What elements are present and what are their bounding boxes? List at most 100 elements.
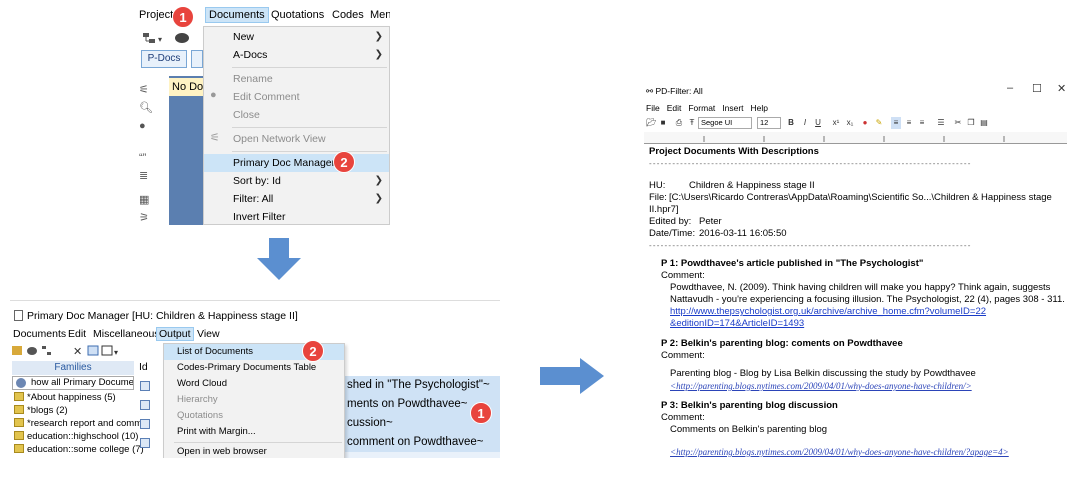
- font-name-select[interactable]: Segoe UI: [698, 117, 752, 129]
- doc-p1-link-cont[interactable]: &editionID=174&ArticleID=1493: [649, 318, 1067, 330]
- hierarchy-icon[interactable]: ⚞: [139, 212, 153, 224]
- window-icon[interactable]: [101, 345, 113, 356]
- menu-item-rename[interactable]: Rename: [204, 70, 389, 88]
- pdocs-extra-button[interactable]: [191, 50, 203, 68]
- grid-icon[interactable]: ▦: [139, 194, 153, 206]
- save-icon[interactable]: ■: [658, 117, 668, 129]
- family-label: *blogs (2): [27, 405, 68, 416]
- family-item[interactable]: education::highschool (10): [14, 431, 138, 442]
- doc-p1-link[interactable]: http://www.thepsychologist.org.uk/archiv…: [649, 306, 1067, 318]
- open-icon[interactable]: 📂︎: [646, 117, 656, 129]
- pdocs-button[interactable]: P-Docs: [141, 50, 187, 68]
- menu-item-filter[interactable]: Filter: All ❯: [204, 190, 389, 208]
- paste-icon[interactable]: ▤: [979, 117, 989, 129]
- menu-quotations[interactable]: Quotations: [271, 9, 324, 21]
- tree-icon[interactable]: ⚟: [139, 84, 153, 96]
- date-value: 2016-03-11 16:05:50: [699, 228, 787, 239]
- menu-item-open-network-view[interactable]: Open Network View: [204, 130, 389, 148]
- table-row[interactable]: comment on Powdthavee~: [345, 433, 500, 452]
- menu-item-codes-pd-table[interactable]: Codes-Primary Documents Table: [164, 360, 344, 376]
- menu-codes[interactable]: Codes: [332, 9, 364, 21]
- network-icon[interactable]: [143, 33, 155, 43]
- date-row: Date/Time: 2016-03-11 16:05:50: [649, 228, 1067, 240]
- align-left-icon[interactable]: ≡: [891, 117, 901, 129]
- menu-edit[interactable]: Edit: [68, 328, 86, 340]
- pdm-toolbar: ✕ ▾: [10, 343, 150, 359]
- close-icon[interactable]: ✕: [1057, 82, 1066, 95]
- align-center-icon[interactable]: ≡: [904, 117, 914, 129]
- layout-icon[interactable]: [87, 345, 99, 356]
- menu-output[interactable]: Output: [156, 327, 194, 341]
- folder-icon[interactable]: [12, 346, 22, 355]
- cut-icon[interactable]: ✂: [953, 117, 963, 129]
- menu-item-label: A-Docs: [233, 49, 268, 61]
- bullets-icon[interactable]: ☰: [936, 117, 946, 129]
- menu-item-edit-comment[interactable]: Edit Comment: [204, 88, 389, 106]
- bold-icon[interactable]: B: [786, 117, 796, 129]
- menu-item-open-in-web-browser[interactable]: Open in web browser: [164, 444, 344, 458]
- left-tool-strip: ⚟ 🔍︎ ● “” ≣ ▦ ⚞: [135, 76, 157, 225]
- font-size-select[interactable]: 12: [757, 117, 781, 129]
- menu-miscellaneous[interactable]: Miscellaneous: [93, 328, 160, 340]
- step-badge-2: 2: [302, 340, 324, 362]
- superscript-icon[interactable]: x¹: [830, 117, 842, 129]
- menu-separator: [232, 67, 387, 68]
- dropdown-caret-icon[interactable]: ▾: [114, 348, 118, 357]
- family-item[interactable]: education::some college (7): [14, 444, 144, 455]
- italic-icon[interactable]: I: [800, 117, 810, 129]
- align-right-icon[interactable]: ≡: [917, 117, 927, 129]
- family-label: *About happiness (5): [27, 392, 116, 403]
- menu-item-print-with-margin[interactable]: Print with Margin...: [164, 424, 344, 440]
- dropdown-caret-icon[interactable]: ▾: [158, 35, 162, 44]
- menu-documents[interactable]: Documents: [13, 328, 66, 340]
- delete-icon[interactable]: ✕: [73, 346, 82, 358]
- quote-icon[interactable]: “”: [139, 152, 153, 164]
- menu-separator: [174, 442, 342, 443]
- menu-item-word-cloud[interactable]: Word Cloud: [164, 376, 344, 392]
- doc-p2-link[interactable]: <http://parenting.blogs.nytimes.com/2009…: [649, 380, 1067, 392]
- family-item[interactable]: *research report and comme: [14, 418, 147, 429]
- menu-item-sort-by[interactable]: Sort by: Id ❯: [204, 172, 389, 190]
- menu-help[interactable]: Help: [751, 103, 768, 113]
- color-icon[interactable]: ●: [860, 117, 870, 129]
- menu-item-close[interactable]: Close: [204, 106, 389, 124]
- menu-memos[interactable]: Men: [370, 9, 390, 21]
- menu-file[interactable]: File: [646, 103, 660, 113]
- menu-item-new[interactable]: New ❯: [204, 28, 389, 46]
- menu-item-invert-filter[interactable]: Invert Filter: [204, 208, 389, 225]
- network-icon[interactable]: [42, 346, 51, 355]
- menu-insert[interactable]: Insert: [722, 103, 743, 113]
- maximize-icon[interactable]: ☐: [1032, 82, 1042, 95]
- ruler: [644, 132, 1067, 144]
- edited-value: Peter: [699, 216, 722, 227]
- subscript-icon[interactable]: x₁: [844, 117, 856, 129]
- column-header-id[interactable]: Id: [139, 361, 157, 375]
- menu-item-quotations[interactable]: Quotations: [164, 408, 344, 424]
- menu-format[interactable]: Format: [688, 103, 715, 113]
- print-icon[interactable]: ⎙: [674, 117, 684, 129]
- family-item[interactable]: *blogs (2): [14, 405, 68, 416]
- search-icon[interactable]: 🔍︎: [139, 102, 153, 114]
- highlight-icon[interactable]: ✎: [874, 117, 884, 129]
- minimize-icon[interactable]: –: [1007, 82, 1013, 94]
- editor-toolbar: 📂︎ ■ ⎙ Ŧ Segoe UI 12 B I U x¹ x₁ ● ✎ ≡ ≡…: [644, 116, 1067, 131]
- comment-icon[interactable]: [175, 33, 189, 43]
- menu-item-a-docs[interactable]: A-Docs ❯: [204, 46, 389, 64]
- underline-icon[interactable]: U: [813, 117, 823, 129]
- comment-icon[interactable]: [27, 347, 37, 355]
- menu-edit[interactable]: Edit: [667, 103, 682, 113]
- show-all-documents-button[interactable]: how all Primary Document: [12, 376, 134, 390]
- menu-documents[interactable]: Documents: [205, 7, 269, 23]
- menu-item-primary-doc-manager[interactable]: Primary Doc Manager: [204, 154, 389, 172]
- list-icon[interactable]: ≣: [139, 170, 153, 182]
- menu-item-hierarchy[interactable]: Hierarchy: [164, 392, 344, 408]
- menu-project[interactable]: Project: [139, 9, 173, 21]
- menu-view[interactable]: View: [197, 328, 220, 340]
- show-all-label: how all Primary Document: [31, 377, 134, 388]
- doc-p3-link[interactable]: <http://parenting.blogs.nytimes.com/2009…: [649, 446, 1067, 458]
- menu-item-label: Primary Doc Manager: [233, 157, 336, 169]
- table-row[interactable]: shed in "The Psychologist"~: [345, 376, 500, 395]
- bubble-icon[interactable]: ●: [139, 120, 153, 132]
- copy-icon[interactable]: ❐: [966, 117, 976, 129]
- family-item[interactable]: *About happiness (5): [14, 392, 116, 403]
